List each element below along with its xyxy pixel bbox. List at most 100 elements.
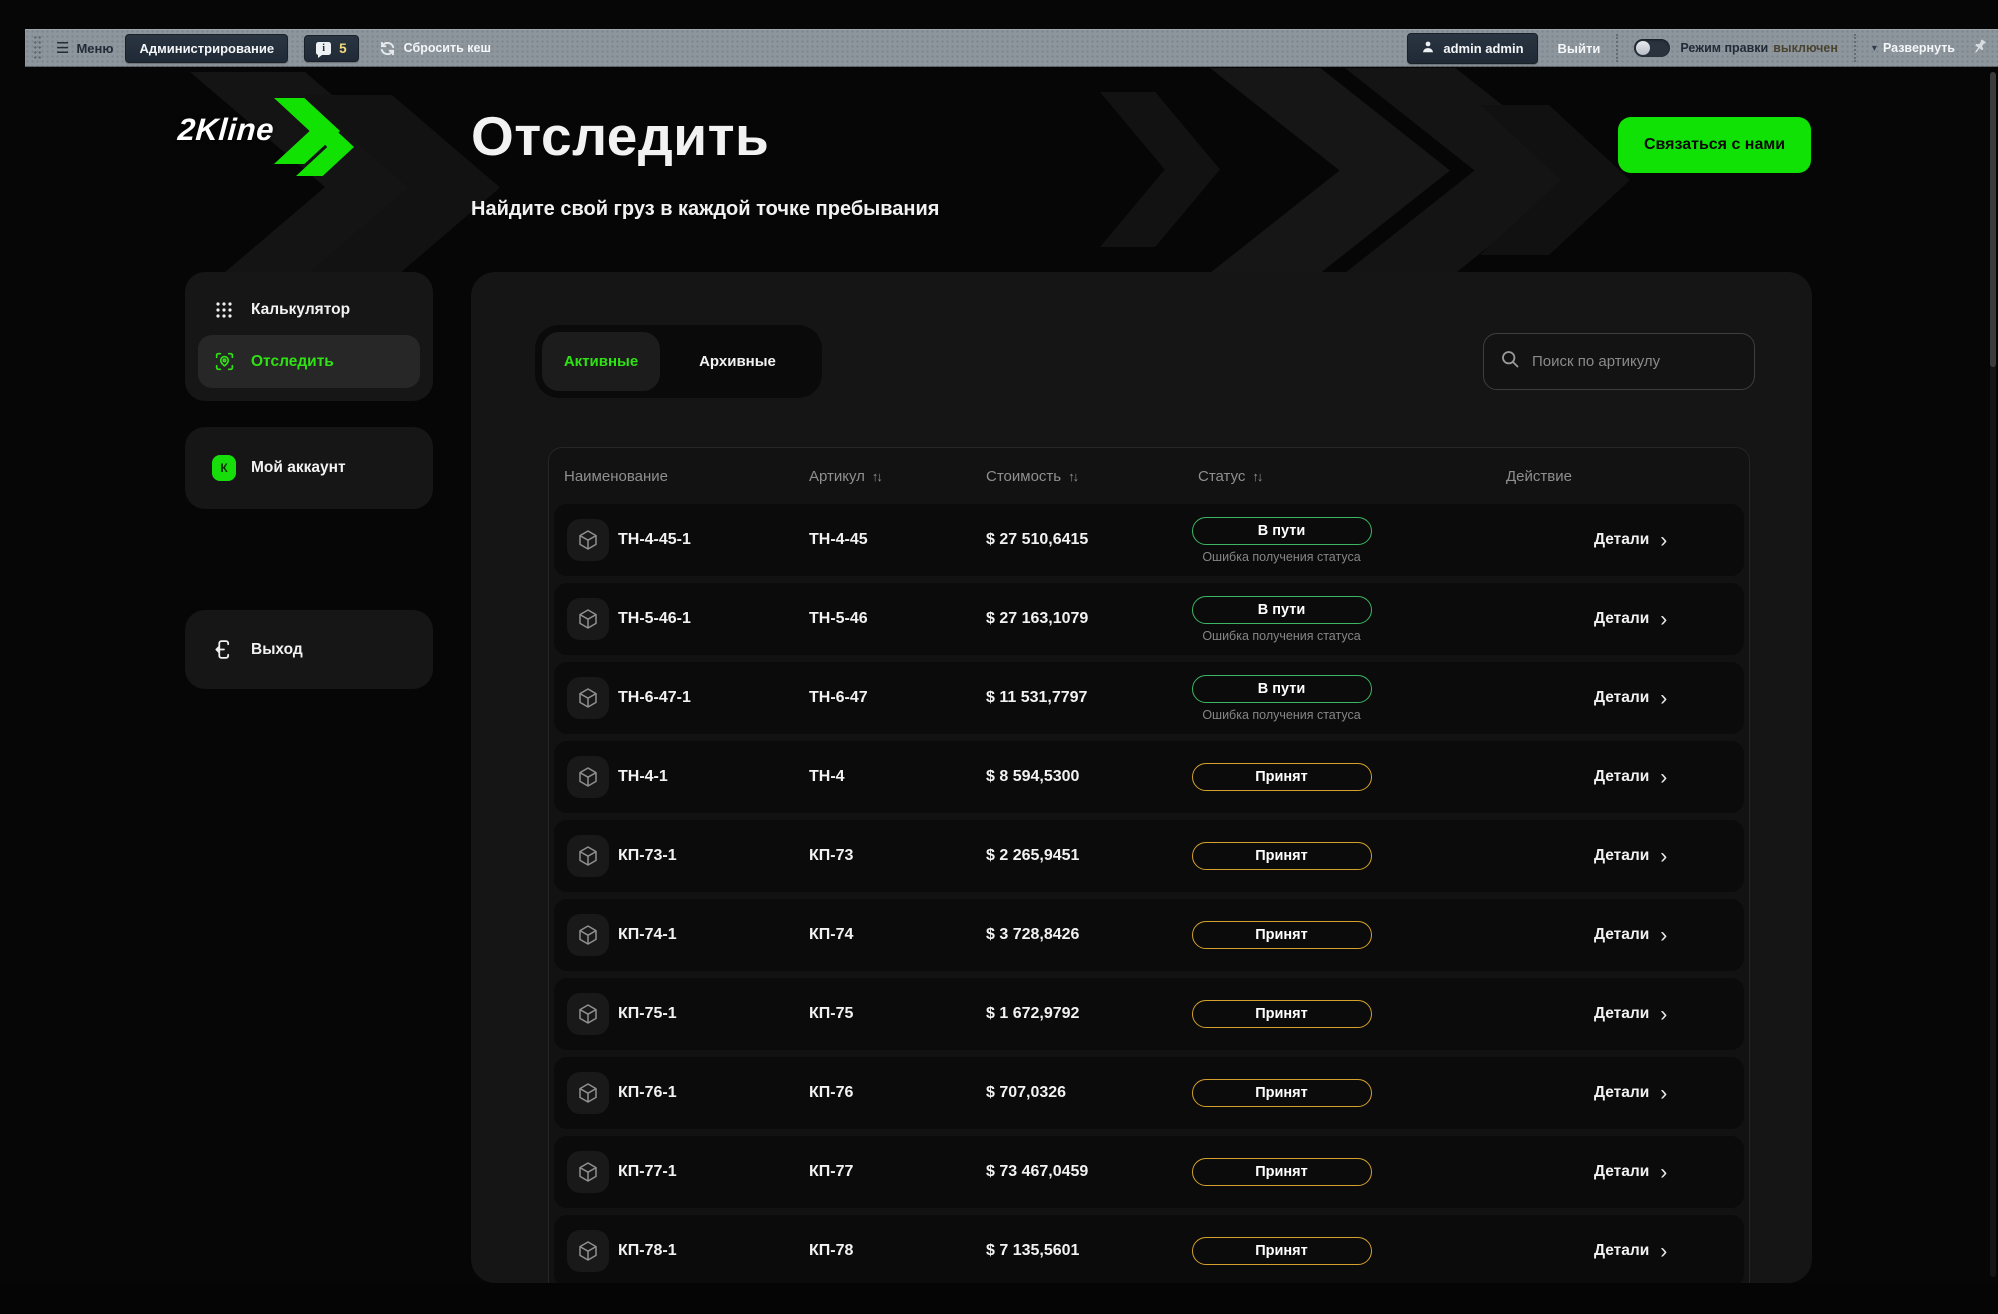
table-row: КП-77-1 КП-77 $ 73 467,0459 Принят Детал…	[554, 1136, 1744, 1208]
track-location-icon	[212, 350, 236, 373]
sidebar-item-logout[interactable]: Выход	[198, 623, 420, 676]
details-button[interactable]: Детали ›	[1594, 609, 1667, 630]
notifications-button[interactable]: i 5	[304, 35, 359, 62]
row-name: ТН-6-47-1	[618, 689, 809, 707]
drag-handle-icon[interactable]	[33, 35, 42, 61]
chevron-right-icon: ›	[1660, 846, 1667, 867]
row-cost: $ 3 728,8426	[986, 926, 1144, 944]
row-cost: $ 1 672,9792	[986, 1005, 1144, 1023]
refresh-icon	[379, 40, 396, 57]
details-button[interactable]: Детали ›	[1594, 1241, 1667, 1262]
contact-us-button[interactable]: Связаться с нами	[1618, 117, 1811, 173]
row-article: ТН-5-46	[809, 610, 986, 628]
package-icon	[567, 914, 609, 956]
column-header-name: Наименование	[554, 468, 809, 485]
admin-toolbar: ☰ Меню Администрирование i 5 Сбросить ке…	[25, 29, 1998, 67]
row-name: КП-76-1	[618, 1084, 809, 1102]
sidebar: Калькулятор Отследить К Мой аккаунт	[185, 272, 433, 715]
notifications-count: 5	[339, 41, 347, 56]
menu-label[interactable]: Меню	[76, 41, 113, 56]
row-cost: $ 2 265,9451	[986, 847, 1144, 865]
toolbar-logout-link[interactable]: Выйти	[1558, 41, 1601, 56]
details-label: Детали	[1594, 768, 1649, 786]
tab-active[interactable]: Активные	[542, 332, 660, 391]
column-header-article[interactable]: Артикул ↑↓	[809, 468, 986, 485]
table-row: ТН-4-45-1 ТН-4-45 $ 27 510,6415 В пути О…	[554, 504, 1744, 576]
pin-icon[interactable]	[1967, 36, 1990, 59]
logo-text: 2Kline	[177, 112, 276, 148]
chevron-right-icon: ›	[1660, 1083, 1667, 1104]
scrollbar[interactable]	[1990, 72, 1996, 1277]
chevron-right-icon: ›	[1660, 530, 1667, 551]
row-article: КП-77	[809, 1163, 986, 1181]
sort-icon[interactable]: ↑↓	[1068, 469, 1077, 484]
page-title: Отследить	[471, 104, 769, 168]
sort-icon[interactable]: ↑↓	[1252, 469, 1261, 484]
details-button[interactable]: Детали ›	[1594, 1083, 1667, 1104]
details-button[interactable]: Детали ›	[1594, 530, 1667, 551]
details-button[interactable]: Детали ›	[1594, 925, 1667, 946]
sidebar-item-track[interactable]: Отследить	[198, 335, 420, 388]
column-header-action: Действие	[1419, 468, 1744, 485]
row-name: КП-77-1	[618, 1163, 809, 1181]
expand-link[interactable]: Развернуть	[1883, 41, 1955, 55]
page-subtitle: Найдите свой груз в каждой точке пребыва…	[471, 198, 939, 221]
table-row: КП-78-1 КП-78 $ 7 135,5601 Принят Детали…	[554, 1215, 1744, 1283]
status-badge: Принят	[1192, 842, 1372, 870]
sidebar-item-label: Отследить	[251, 353, 334, 371]
edit-mode-state: выключен	[1773, 41, 1838, 55]
table-row: КП-74-1 КП-74 $ 3 728,8426 Принят Детали…	[554, 899, 1744, 971]
row-article: ТН-4	[809, 768, 986, 786]
search-input[interactable]	[1532, 353, 1738, 370]
status-badge: Принят	[1192, 1158, 1372, 1186]
column-header-status[interactable]: Статус ↑↓	[1144, 468, 1419, 485]
details-label: Детали	[1594, 1163, 1649, 1181]
package-icon	[567, 1072, 609, 1114]
hamburger-menu-icon[interactable]: ☰	[56, 39, 69, 57]
row-name: КП-75-1	[618, 1005, 809, 1023]
caret-down-icon: ▾	[1872, 43, 1877, 54]
status-badge: В пути	[1192, 675, 1372, 703]
row-name: ТН-4-1	[618, 768, 809, 786]
toolbar-separator	[1854, 34, 1856, 62]
details-label: Детали	[1594, 847, 1649, 865]
row-cost: $ 73 467,0459	[986, 1163, 1144, 1181]
details-button[interactable]: Детали ›	[1594, 767, 1667, 788]
row-cost: $ 11 531,7797	[986, 689, 1144, 707]
sidebar-item-label: Калькулятор	[251, 301, 350, 319]
tracking-panel: Активные Архивные Наименование Артикул ↑…	[471, 272, 1812, 1283]
status-badge: Принят	[1192, 921, 1372, 949]
details-label: Детали	[1594, 1005, 1649, 1023]
logo[interactable]: 2Kline	[178, 90, 368, 180]
row-article: КП-76	[809, 1084, 986, 1102]
table-row: ТН-5-46-1 ТН-5-46 $ 27 163,1079 В пути О…	[554, 583, 1744, 655]
column-header-cost[interactable]: Стоимость ↑↓	[986, 468, 1144, 485]
table-row: КП-75-1 КП-75 $ 1 672,9792 Принят Детали…	[554, 978, 1744, 1050]
package-icon	[567, 756, 609, 798]
details-label: Детали	[1594, 610, 1649, 628]
administration-button[interactable]: Администрирование	[125, 34, 288, 63]
sort-icon[interactable]: ↑↓	[872, 469, 881, 484]
details-button[interactable]: Детали ›	[1594, 1162, 1667, 1183]
search-box	[1483, 333, 1755, 390]
scrollbar-thumb[interactable]	[1990, 72, 1996, 367]
sidebar-item-calculator[interactable]: Калькулятор	[198, 285, 420, 335]
edit-mode-toggle[interactable]	[1634, 39, 1670, 57]
package-icon	[567, 1230, 609, 1272]
tab-archive[interactable]: Архивные	[660, 332, 815, 391]
table-row: ТН-6-47-1 ТН-6-47 $ 11 531,7797 В пути О…	[554, 662, 1744, 734]
details-button[interactable]: Детали ›	[1594, 846, 1667, 867]
bg-chevron-decor	[1100, 92, 1220, 247]
chevron-right-icon: ›	[1660, 925, 1667, 946]
user-button[interactable]: admin admin	[1407, 33, 1537, 64]
status-error-text: Ошибка получения статуса	[1202, 708, 1360, 722]
clear-cache-button[interactable]: Сбросить кеш	[379, 40, 491, 57]
chevron-right-icon: ›	[1660, 609, 1667, 630]
details-button[interactable]: Детали ›	[1594, 1004, 1667, 1025]
package-icon	[567, 519, 609, 561]
status-error-text: Ошибка получения статуса	[1202, 629, 1360, 643]
details-button[interactable]: Детали ›	[1594, 688, 1667, 709]
sidebar-item-account[interactable]: К Мой аккаунт	[198, 440, 420, 496]
row-name: ТН-5-46-1	[618, 610, 809, 628]
status-badge: Принят	[1192, 1237, 1372, 1265]
